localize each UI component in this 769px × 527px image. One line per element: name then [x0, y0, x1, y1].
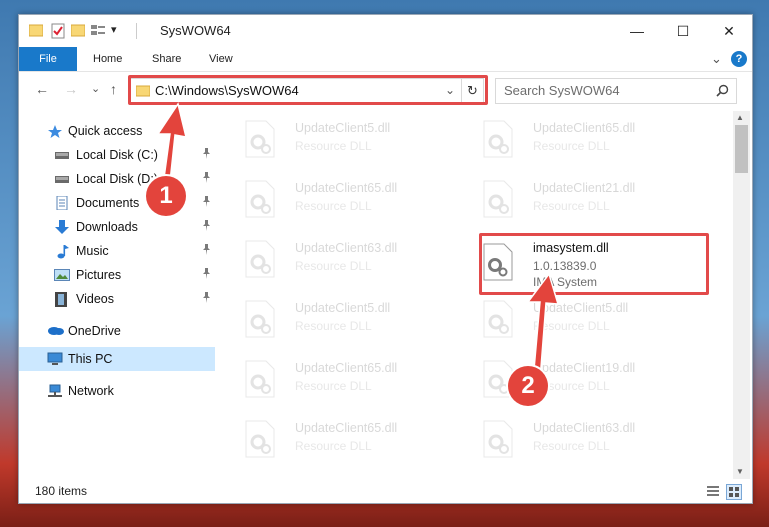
- annotation-arrows: [156, 102, 560, 394]
- step-1-badge: 1: [146, 176, 186, 216]
- step-2-badge: 2: [508, 366, 548, 406]
